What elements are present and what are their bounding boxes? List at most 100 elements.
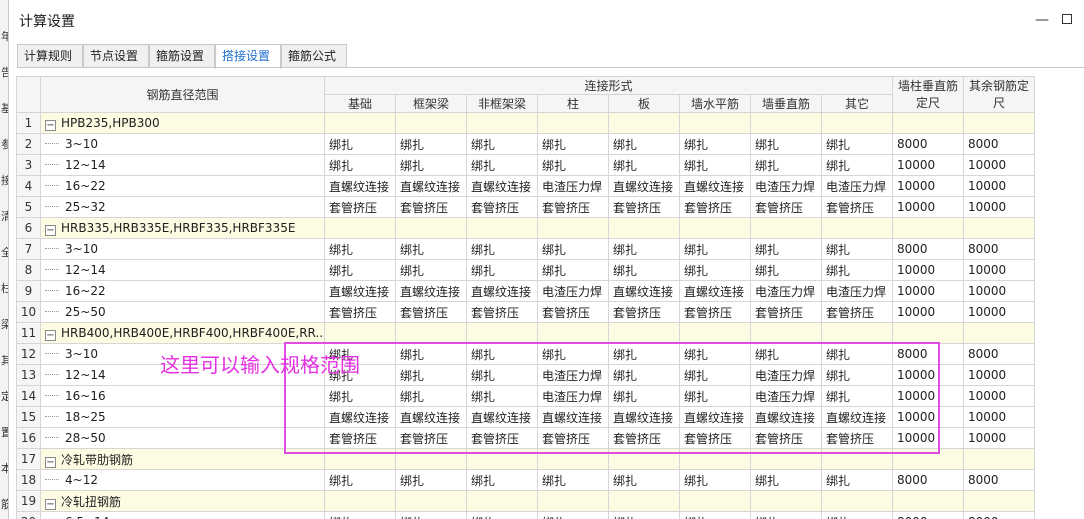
- connection-cell[interactable]: 绑扎: [395, 511, 467, 519]
- connection-cell[interactable]: 绑扎: [820, 238, 894, 260]
- length-cell[interactable]: 10000: [892, 175, 965, 197]
- connection-cell[interactable]: 绑扎: [537, 511, 609, 519]
- connection-cell[interactable]: 直螺纹连接: [395, 175, 467, 197]
- length-cell[interactable]: 8000: [963, 343, 1036, 365]
- length-cell[interactable]: [963, 217, 1036, 239]
- connection-cell[interactable]: [537, 217, 609, 239]
- minimize-button[interactable]: —: [1031, 9, 1053, 31]
- range-cell[interactable]: 3~10: [40, 238, 325, 260]
- range-cell[interactable]: 25~32: [40, 196, 325, 218]
- connection-cell[interactable]: 电渣压力焊: [820, 175, 894, 197]
- connection-cell[interactable]: [466, 322, 538, 344]
- connection-cell[interactable]: [750, 217, 822, 239]
- connection-cell[interactable]: 绑扎: [820, 154, 894, 176]
- tab-node-settings[interactable]: 节点设置: [83, 44, 149, 68]
- range-cell[interactable]: 16~16: [40, 385, 325, 407]
- connection-cell[interactable]: 套管挤压: [395, 196, 467, 218]
- connection-cell[interactable]: 直螺纹连接: [679, 175, 751, 197]
- range-cell[interactable]: 3~10: [40, 133, 325, 155]
- range-cell[interactable]: 28~50: [40, 427, 325, 449]
- connection-cell[interactable]: 绑扎: [537, 238, 609, 260]
- connection-cell[interactable]: 绑扎: [820, 133, 894, 155]
- connection-cell[interactable]: [395, 322, 467, 344]
- connection-cell[interactable]: 绑扎: [750, 259, 822, 281]
- length-cell[interactable]: 8000: [892, 469, 965, 491]
- connection-cell[interactable]: 直螺纹连接: [608, 175, 680, 197]
- connection-cell[interactable]: 绑扎: [395, 238, 467, 260]
- tab-stirrup-settings[interactable]: 箍筋设置: [149, 44, 215, 68]
- connection-cell[interactable]: 绑扎: [679, 469, 751, 491]
- range-cell[interactable]: 4~12: [40, 469, 325, 491]
- connection-cell[interactable]: 绑扎: [679, 133, 751, 155]
- connection-cell[interactable]: [679, 322, 751, 344]
- connection-cell[interactable]: 绑扎: [750, 154, 822, 176]
- connection-cell[interactable]: 直螺纹连接: [324, 175, 396, 197]
- connection-cell[interactable]: [537, 112, 609, 134]
- connection-cell[interactable]: 绑扎: [466, 259, 538, 281]
- connection-cell[interactable]: 套管挤压: [820, 196, 894, 218]
- connection-cell[interactable]: 绑扎: [820, 469, 894, 491]
- length-cell[interactable]: 10000: [892, 196, 965, 218]
- length-cell[interactable]: 10000: [892, 280, 965, 302]
- length-cell[interactable]: 8000: [892, 511, 965, 519]
- connection-cell[interactable]: 绑扎: [679, 511, 751, 519]
- range-cell[interactable]: 12~14: [40, 154, 325, 176]
- connection-cell[interactable]: 绑扎: [750, 469, 822, 491]
- length-cell[interactable]: 10000: [963, 427, 1036, 449]
- connection-cell[interactable]: 绑扎: [537, 259, 609, 281]
- length-cell[interactable]: [963, 112, 1036, 134]
- connection-cell[interactable]: 套管挤压: [537, 196, 609, 218]
- connection-cell[interactable]: 绑扎: [395, 133, 467, 155]
- connection-cell[interactable]: [750, 490, 822, 512]
- connection-cell[interactable]: [820, 490, 894, 512]
- connection-cell[interactable]: 绑扎: [324, 259, 396, 281]
- connection-cell[interactable]: [395, 217, 467, 239]
- length-cell[interactable]: 10000: [963, 301, 1036, 323]
- tab-stirrup-formula[interactable]: 箍筋公式: [281, 44, 347, 68]
- length-cell[interactable]: 10000: [963, 364, 1036, 386]
- connection-cell[interactable]: [466, 490, 538, 512]
- length-cell[interactable]: [963, 448, 1036, 470]
- connection-cell[interactable]: 套管挤压: [324, 301, 396, 323]
- collapse-icon[interactable]: −: [45, 119, 56, 131]
- range-cell[interactable]: − 冷轧带肋钢筋: [40, 448, 325, 470]
- connection-cell[interactable]: 直螺纹连接: [466, 280, 538, 302]
- connection-cell[interactable]: 绑扎: [608, 238, 680, 260]
- length-cell[interactable]: 8000: [963, 511, 1036, 519]
- collapse-icon[interactable]: −: [45, 329, 56, 341]
- connection-cell[interactable]: 直螺纹连接: [608, 280, 680, 302]
- connection-cell[interactable]: 绑扎: [750, 133, 822, 155]
- connection-cell[interactable]: 绑扎: [679, 238, 751, 260]
- connection-cell[interactable]: 套管挤压: [395, 301, 467, 323]
- connection-cell[interactable]: [679, 217, 751, 239]
- connection-cell[interactable]: 电渣压力焊: [537, 280, 609, 302]
- connection-cell[interactable]: 套管挤压: [679, 301, 751, 323]
- connection-cell[interactable]: 绑扎: [608, 133, 680, 155]
- tab-calc-rules[interactable]: 计算规则: [17, 44, 83, 68]
- connection-cell[interactable]: [820, 217, 894, 239]
- range-cell[interactable]: − HRB335,HRB335E,HRBF335,HRBF335E: [40, 217, 325, 239]
- connection-cell[interactable]: [608, 490, 680, 512]
- connection-cell[interactable]: [395, 490, 467, 512]
- connection-cell[interactable]: 绑扎: [750, 238, 822, 260]
- range-cell[interactable]: − 冷轧扭钢筋: [40, 490, 325, 512]
- range-cell[interactable]: 6.5~14: [40, 511, 325, 519]
- length-cell[interactable]: [892, 112, 965, 134]
- range-cell[interactable]: 16~22: [40, 280, 325, 302]
- connection-cell[interactable]: 绑扎: [395, 469, 467, 491]
- connection-cell[interactable]: 电渣压力焊: [750, 280, 822, 302]
- connection-cell[interactable]: [820, 112, 894, 134]
- connection-cell[interactable]: [608, 322, 680, 344]
- connection-cell[interactable]: [679, 490, 751, 512]
- connection-cell[interactable]: [466, 112, 538, 134]
- connection-cell[interactable]: [537, 490, 609, 512]
- connection-cell[interactable]: 绑扎: [466, 511, 538, 519]
- connection-cell[interactable]: 绑扎: [466, 154, 538, 176]
- connection-cell[interactable]: [466, 217, 538, 239]
- length-cell[interactable]: 10000: [963, 154, 1036, 176]
- length-cell[interactable]: 8000: [963, 238, 1036, 260]
- length-cell[interactable]: [892, 217, 965, 239]
- connection-cell[interactable]: 绑扎: [466, 238, 538, 260]
- connection-cell[interactable]: [608, 217, 680, 239]
- connection-cell[interactable]: 套管挤压: [608, 301, 680, 323]
